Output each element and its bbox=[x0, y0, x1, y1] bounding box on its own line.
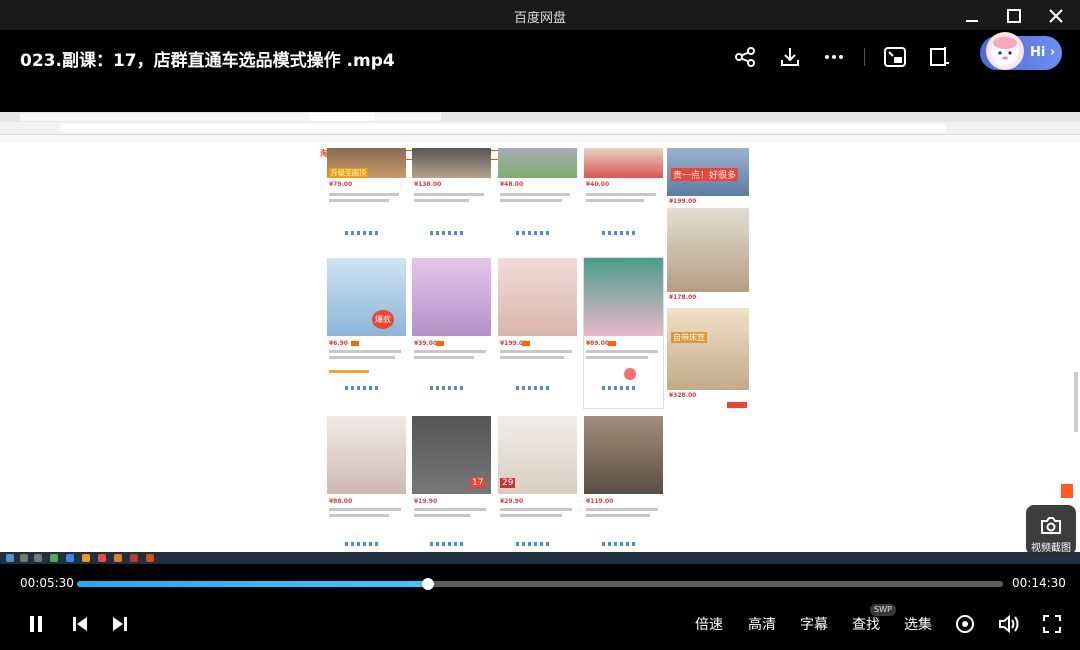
camera-icon bbox=[1041, 517, 1061, 534]
product-card: 贵一点！好很多 ¥199.00 bbox=[667, 148, 749, 205]
recorded-red-widget bbox=[1061, 484, 1073, 498]
download-button[interactable] bbox=[777, 44, 803, 70]
settings-button[interactable] bbox=[953, 613, 977, 635]
player-header: 023.副课：17，店群直通车选品模式操作 .mp4 Hi › bbox=[0, 30, 1080, 86]
product-card: ¥88.00 bbox=[327, 416, 406, 552]
mini-window-icon bbox=[930, 47, 949, 66]
recorded-address-bar bbox=[0, 122, 1080, 135]
share-icon bbox=[735, 47, 755, 67]
product-card: 29 ¥29.90 bbox=[498, 416, 577, 552]
pause-icon bbox=[30, 616, 42, 632]
minimize-icon bbox=[966, 20, 978, 22]
download-icon bbox=[781, 48, 799, 66]
player-controls: 00:05:30 00:14:30 倍速 高清 字幕 SWP 查找 选集 bbox=[0, 564, 1080, 650]
recorded-browser-tabs bbox=[0, 112, 1080, 122]
pause-button[interactable] bbox=[24, 613, 48, 635]
product-card: 升级至圆顶 ¥79.00 bbox=[327, 148, 406, 248]
header-divider bbox=[864, 48, 865, 66]
product-card: ¥119.00 bbox=[584, 416, 663, 552]
assistant-avatar bbox=[986, 32, 1024, 70]
product-card: 自带床笠 ¥328.00 bbox=[667, 308, 749, 412]
current-time: 00:05:30 bbox=[20, 576, 74, 590]
fullscreen-icon bbox=[1043, 615, 1061, 633]
more-button[interactable] bbox=[821, 44, 847, 70]
app-title: 百度网盘 bbox=[513, 11, 566, 26]
volume-button[interactable] bbox=[997, 613, 1021, 635]
product-card: ¥178.00 bbox=[667, 208, 749, 303]
quality-button[interactable]: 高清 bbox=[748, 614, 776, 634]
product-card: ¥89.00 bbox=[583, 257, 664, 409]
subtitle-button[interactable]: 字幕 bbox=[800, 614, 828, 634]
product-card: ¥138.00 bbox=[412, 148, 491, 248]
volume-icon bbox=[999, 614, 1019, 634]
total-time: 00:14:30 bbox=[1012, 576, 1066, 590]
product-card: ¥199.00 bbox=[498, 258, 577, 408]
progress-bar[interactable] bbox=[77, 578, 1003, 590]
skip-previous-icon bbox=[73, 617, 87, 631]
product-card: 爆款 ¥6.90 bbox=[327, 258, 406, 408]
mini-window-button[interactable] bbox=[926, 44, 952, 70]
next-button[interactable] bbox=[108, 613, 132, 635]
window-titlebar: 百度网盘 bbox=[0, 0, 1080, 30]
maximize-icon bbox=[1007, 9, 1021, 23]
close-button[interactable] bbox=[1046, 6, 1066, 26]
search-button[interactable]: 查找 bbox=[852, 614, 880, 634]
previous-button[interactable] bbox=[68, 613, 92, 635]
close-icon bbox=[1049, 9, 1063, 23]
product-card: ¥39.00 bbox=[412, 258, 491, 408]
side-panel-toggle[interactable] bbox=[1060, 329, 1074, 351]
recorded-scrollbar bbox=[1074, 372, 1078, 432]
progress-handle[interactable] bbox=[421, 578, 434, 590]
maximize-button[interactable] bbox=[1004, 6, 1024, 26]
recorded-taskbar bbox=[0, 552, 1080, 564]
chevron-left-icon bbox=[1061, 330, 1071, 350]
video-capture-label: 视频截图 bbox=[1031, 543, 1071, 554]
product-card: ¥40.00 bbox=[584, 148, 663, 248]
share-button[interactable] bbox=[732, 44, 758, 70]
skip-next-icon bbox=[113, 617, 127, 631]
target-icon bbox=[956, 615, 974, 633]
more-icon bbox=[825, 55, 843, 59]
product-card: ¥48.00 bbox=[498, 148, 577, 248]
video-frame[interactable]: 淘宝 蚊帐 搜索 升级至圆顶 ¥79.00 ¥138.00 ¥48.00 ¥40… bbox=[0, 112, 1080, 564]
picture-in-picture-icon bbox=[884, 47, 906, 67]
assistant-button[interactable]: Hi › bbox=[980, 32, 1062, 70]
recorded-bookmarks-bar bbox=[0, 135, 1080, 143]
file-title: 023.副课：17，店群直通车选品模式操作 .mp4 bbox=[20, 51, 395, 71]
fullscreen-button[interactable] bbox=[1040, 613, 1064, 635]
product-card: 17 ¥19.90 bbox=[412, 416, 491, 552]
picture-in-picture-button[interactable] bbox=[882, 44, 908, 70]
assistant-label: Hi › bbox=[1030, 45, 1056, 60]
minimize-button[interactable] bbox=[962, 6, 982, 26]
speed-button[interactable]: 倍速 bbox=[695, 614, 723, 634]
episodes-button[interactable]: 选集 bbox=[904, 614, 932, 634]
video-capture-button[interactable]: 视频截图 bbox=[1026, 505, 1076, 555]
progress-fill bbox=[77, 581, 428, 587]
mascot-icon bbox=[991, 37, 1019, 66]
